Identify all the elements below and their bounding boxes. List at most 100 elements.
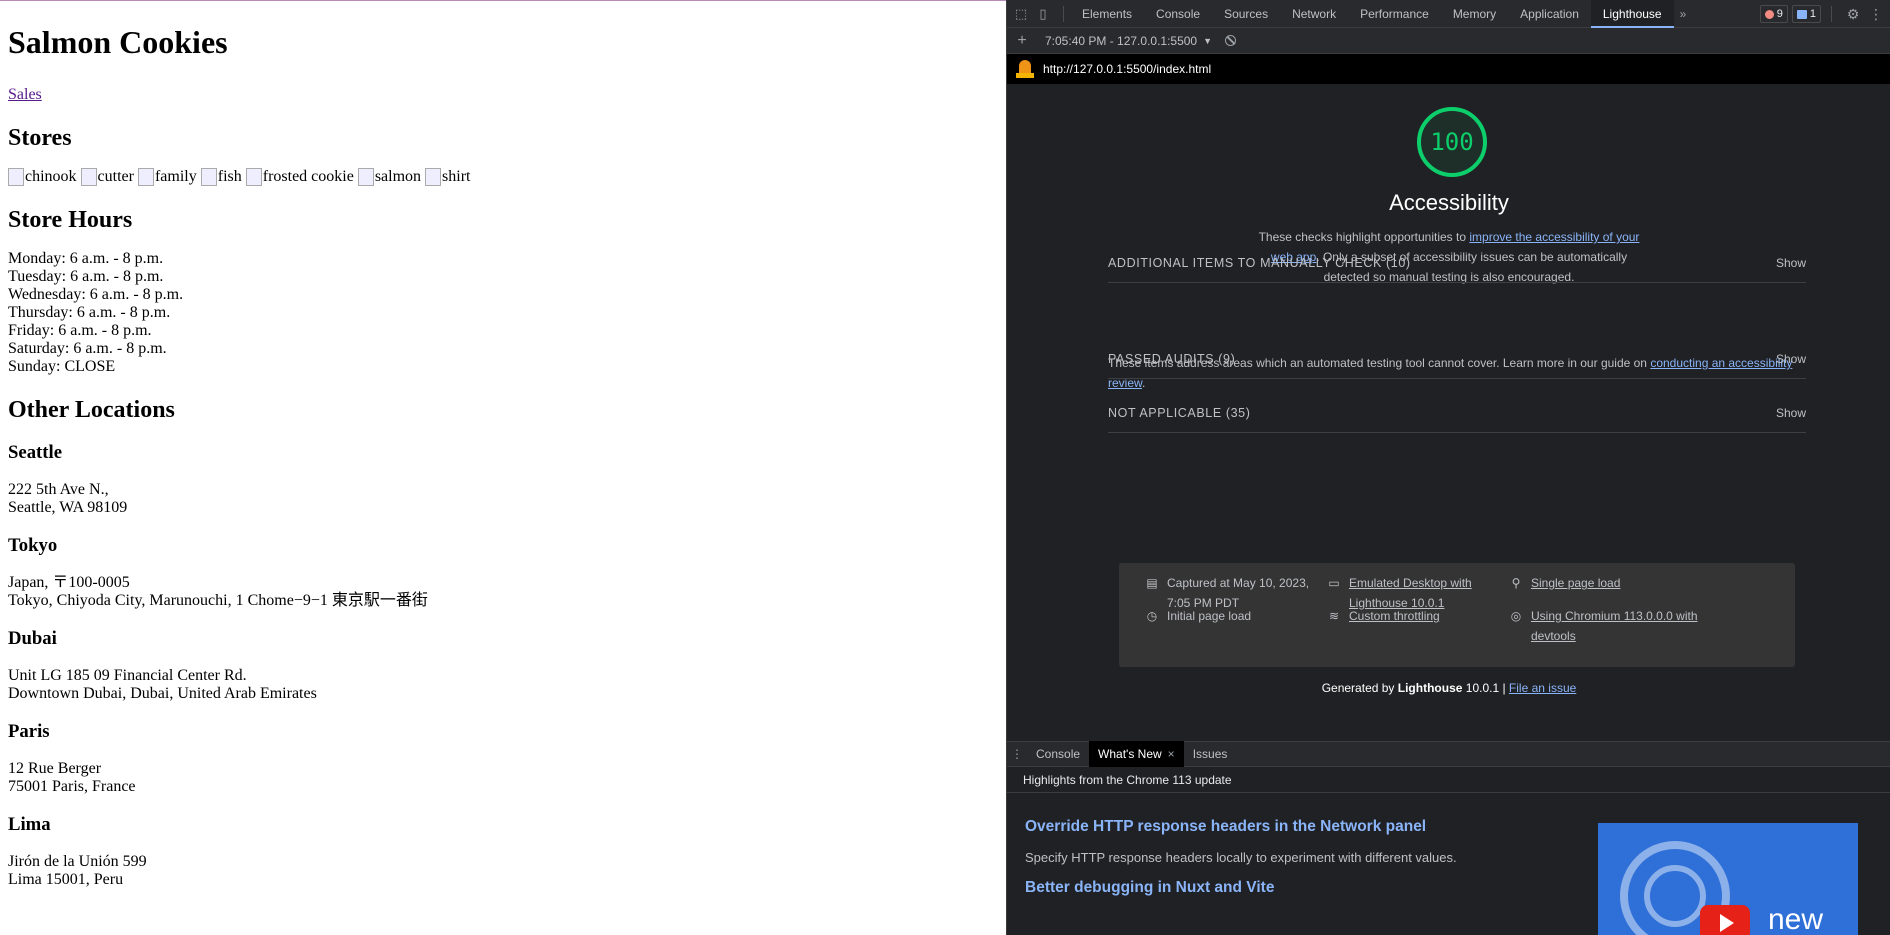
lighthouse-toolbar: + 7:05:40 PM - 127.0.0.1:5500 ▼: [1007, 28, 1890, 54]
manual-checks-group[interactable]: ADDITIONAL ITEMS TO MANUALLY CHECK (10) …: [1108, 243, 1806, 283]
location-seattle-name: Seattle: [8, 442, 63, 463]
image-fish: fish: [201, 168, 242, 186]
show-button[interactable]: Show: [1776, 352, 1806, 366]
page-title: Salmon Cookies: [8, 24, 228, 60]
errors-badge[interactable]: 9: [1759, 5, 1788, 23]
file-issue-link[interactable]: File an issue: [1509, 681, 1576, 695]
passed-audits-group[interactable]: PASSED AUDITS (9) Show: [1108, 339, 1806, 379]
devtools-status-area: 9 1 ⚙ ⋮: [1759, 0, 1890, 28]
footer-brand: Lighthouse: [1397, 681, 1463, 695]
footer-version: 10.0.1 |: [1462, 681, 1509, 695]
devtools-panel: ⬚ ▯ Elements Console Sources Network Per…: [1006, 0, 1890, 935]
location-dubai-line1: Unit LG 185 09 Financial Center Rd.: [8, 667, 247, 684]
hours-tuesday: Tuesday: 6 a.m. - 8 p.m.: [8, 268, 164, 285]
video-thumbnail[interactable]: new: [1598, 823, 1858, 935]
tab-elements[interactable]: Elements: [1070, 0, 1144, 28]
runtime-settings: ▤ Captured at May 10, 2023, 7:05 PM PDT …: [1119, 563, 1795, 667]
error-count: 9: [1776, 8, 1783, 20]
timer-icon: ◷: [1146, 609, 1158, 623]
manual-checks-title: ADDITIONAL ITEMS TO MANUALLY CHECK (10): [1108, 255, 1411, 270]
location-tokyo-line1: Japan, 〒100-0005: [8, 574, 130, 591]
tab-network[interactable]: Network: [1280, 0, 1348, 28]
drawer-tab-console[interactable]: Console: [1027, 741, 1089, 767]
chevron-down-icon: ▼: [1203, 35, 1213, 46]
rendered-page: Salmon Cookies Sales Stores chinook cutt…: [0, 0, 1006, 935]
score-gauge[interactable]: 100: [1417, 107, 1487, 177]
device-toolbar-icon[interactable]: ▯: [1029, 0, 1057, 28]
error-icon: [1764, 9, 1774, 19]
report-footer: Generated by Lighthouse 10.0.1 | File an…: [1007, 681, 1890, 695]
drawer-menu-icon[interactable]: ⋮: [1007, 747, 1027, 761]
thumbnail-text: new: [1768, 903, 1824, 935]
lighthouse-report: 100 Accessibility These checks highlight…: [1007, 85, 1890, 740]
tab-console[interactable]: Console: [1144, 0, 1212, 28]
message-count: 1: [1809, 8, 1816, 20]
chromium-version[interactable]: ◎ Using Chromium 113.0.0.0 with devtools: [1509, 606, 1706, 646]
score-value: 100: [1430, 128, 1474, 156]
image-frosted-cookie: frosted cookie: [246, 168, 354, 186]
page-load-icon: ⚲: [1511, 576, 1521, 590]
location-seattle-line2: Seattle, WA 98109: [8, 499, 128, 516]
stores-heading: Stores: [8, 125, 72, 151]
divider: [1831, 6, 1832, 22]
message-icon: [1796, 9, 1807, 19]
feature-title-link[interactable]: Override HTTP response headers in the Ne…: [1025, 818, 1426, 836]
tab-lighthouse[interactable]: Lighthouse: [1590, 0, 1674, 28]
hours-list: Monday: 6 a.m. - 8 p.m. Tuesday: 6 a.m. …: [8, 250, 998, 376]
desc-text: These checks highlight opportunities to: [1258, 230, 1470, 244]
store-images: chinook cutter family fish frosted cooki…: [8, 168, 998, 186]
drawer-tabbar: ⋮ Console What's New × Issues: [1007, 741, 1890, 767]
tab-application[interactable]: Application: [1508, 0, 1591, 28]
hours-wednesday: Wednesday: 6 a.m. - 8 p.m.: [8, 286, 184, 303]
location-lima-line1: Jirón de la Unión 599: [8, 853, 147, 870]
devtools-tabbar: ⬚ ▯ Elements Console Sources Network Per…: [1007, 0, 1890, 28]
youtube-play-icon[interactable]: [1700, 905, 1750, 935]
image-family: family: [138, 168, 197, 186]
wifi-icon: ≋: [1328, 609, 1340, 623]
nav: Sales: [8, 86, 998, 104]
settings-gear-icon[interactable]: ⚙: [1842, 6, 1864, 23]
location-paris-name: Paris: [8, 721, 50, 742]
single-page-text: Single page load: [1531, 576, 1621, 590]
messages-badge[interactable]: 1: [1791, 5, 1821, 23]
report-selector[interactable]: 7:05:40 PM - 127.0.0.1:5500 ▼: [1037, 34, 1220, 48]
location-dubai-name: Dubai: [8, 628, 57, 649]
hours-sunday: Sunday: CLOSE: [8, 358, 116, 375]
tab-sources[interactable]: Sources: [1212, 0, 1280, 28]
locations-heading: Other Locations: [8, 397, 175, 423]
hours-friday: Friday: 6 a.m. - 8 p.m.: [8, 322, 152, 339]
chromium-text: Using Chromium 113.0.0.0 with devtools: [1531, 609, 1698, 643]
clear-reports-icon[interactable]: [1220, 31, 1240, 51]
drawer-tab-whats-new-label: What's New: [1098, 747, 1162, 761]
drawer-tab-issues[interactable]: Issues: [1184, 741, 1237, 767]
lighthouse-url-bar: http://127.0.0.1:5500/index.html: [1007, 54, 1890, 84]
category-title: Accessibility: [1389, 190, 1509, 215]
tab-performance[interactable]: Performance: [1348, 0, 1441, 28]
more-tabs-icon[interactable]: »: [1674, 0, 1693, 28]
divider: [1063, 5, 1064, 22]
initial-load-text: Initial page load: [1167, 609, 1252, 623]
show-button[interactable]: Show: [1776, 406, 1806, 420]
location-paris-line1: 12 Rue Berger: [8, 760, 102, 777]
hours-saturday: Saturday: 6 a.m. - 8 p.m.: [8, 340, 167, 357]
feature-title-link[interactable]: Better debugging in Nuxt and Vite: [1025, 879, 1274, 897]
whats-new-body: Override HTTP response headers in the Ne…: [1007, 793, 1890, 935]
show-button[interactable]: Show: [1776, 256, 1806, 270]
hours-monday: Monday: 6 a.m. - 8 p.m.: [8, 250, 164, 267]
passed-audits-title: PASSED AUDITS (9): [1108, 351, 1236, 366]
location-lima-line2: Lima 15001, Peru: [8, 871, 124, 888]
image-cutter: cutter: [81, 168, 134, 186]
sales-link[interactable]: Sales: [8, 86, 42, 103]
close-icon[interactable]: ×: [1168, 747, 1175, 761]
throttling[interactable]: ≋ Custom throttling: [1327, 606, 1519, 626]
drawer-tab-whats-new[interactable]: What's New ×: [1089, 741, 1184, 767]
new-report-plus-icon[interactable]: +: [1007, 32, 1037, 50]
whats-new-header: Highlights from the Chrome 113 update: [1007, 767, 1890, 793]
single-page-load[interactable]: ⚲ Single page load: [1509, 573, 1701, 593]
tab-memory[interactable]: Memory: [1441, 0, 1508, 28]
not-applicable-group[interactable]: NOT APPLICABLE (35) Show: [1108, 393, 1806, 433]
more-options-icon[interactable]: ⋮: [1868, 6, 1884, 23]
not-applicable-title: NOT APPLICABLE (35): [1108, 405, 1251, 420]
audited-url[interactable]: http://127.0.0.1:5500/index.html: [1043, 62, 1211, 76]
hours-thursday: Thursday: 6 a.m. - 8 p.m.: [8, 304, 171, 321]
